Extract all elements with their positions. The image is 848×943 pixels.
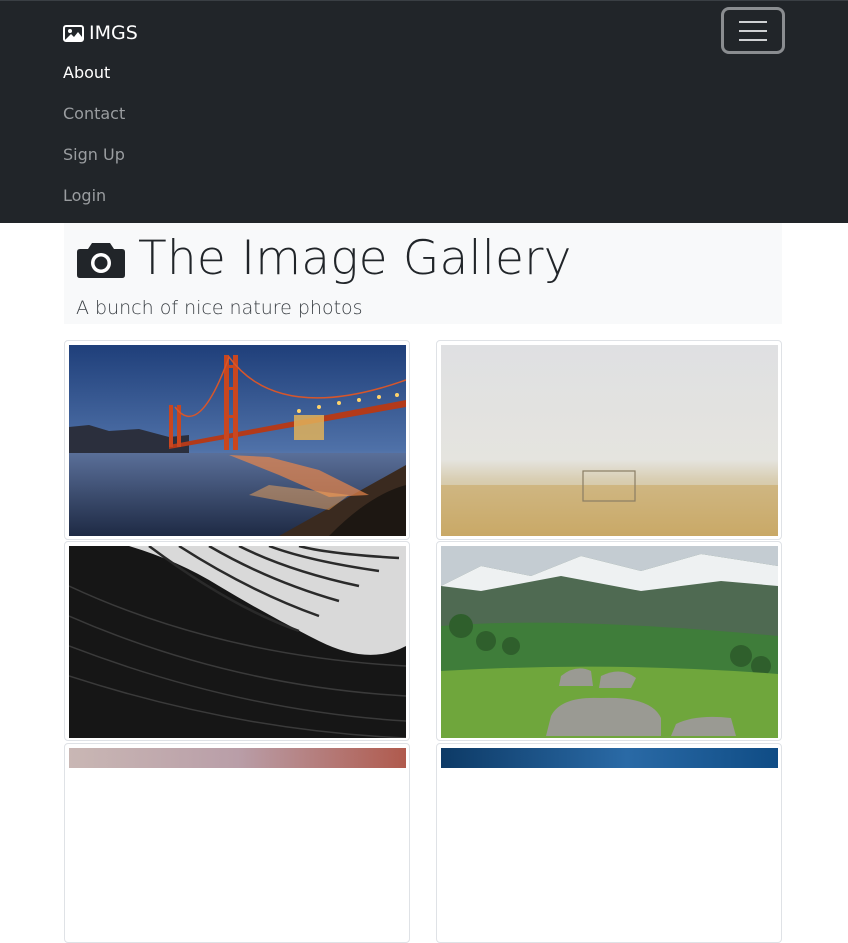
nav-item-login[interactable]: Login [63,175,125,216]
nav-item-about[interactable]: About [63,52,125,93]
gallery-card[interactable] [64,743,410,943]
brand-link[interactable]: IMGS [63,21,138,45]
navbar-toggle-button[interactable] [721,7,785,54]
camera-icon [77,242,125,278]
photo-foggy-field [441,345,778,536]
image-icon [63,24,84,42]
photo-sunset-sky [69,748,406,768]
photo-architecture [69,546,406,738]
gallery-card[interactable] [436,340,782,540]
gallery-card[interactable] [436,743,782,943]
title-row: The Image Gallery [76,231,572,286]
hamburger-icon [739,20,767,41]
jumbotron: The Image Gallery A bunch of nice nature… [64,223,782,324]
photo-blue-sky [441,748,778,768]
page-title: The Image Gallery [138,231,572,286]
gallery-card[interactable] [64,340,410,540]
nav-menu: About Contact Sign Up Login [63,52,125,216]
gallery-card[interactable] [64,541,410,741]
nav-item-sign-up[interactable]: Sign Up [63,134,125,175]
brand-label: IMGS [89,22,138,44]
nav-item-contact[interactable]: Contact [63,93,125,134]
photo-golden-gate-bridge [69,345,406,536]
gallery-card[interactable] [436,541,782,741]
navbar: IMGS About Contact Sign Up Login [0,0,848,223]
photo-mountain-meadow [441,546,778,738]
page-subtitle: A bunch of nice nature photos [76,297,363,319]
